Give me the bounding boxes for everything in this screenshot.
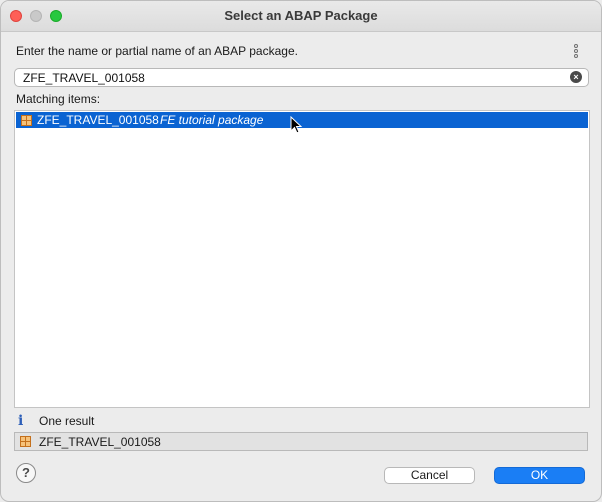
info-icon: i	[18, 413, 24, 429]
ok-button[interactable]: OK	[494, 467, 585, 484]
view-menu-icon[interactable]	[574, 44, 582, 60]
title-bar: Select an ABAP Package	[1, 1, 601, 32]
clear-search-icon[interactable]: ×	[570, 71, 582, 83]
list-item-description: FE tutorial package	[160, 113, 264, 127]
package-icon	[21, 115, 32, 126]
matching-items-label: Matching items:	[16, 92, 101, 106]
package-icon	[20, 436, 31, 447]
mouse-pointer-icon	[290, 116, 303, 134]
matching-items-list[interactable]: ZFE_TRAVEL_001058 FE tutorial package	[14, 110, 590, 408]
list-item-name: ZFE_TRAVEL_001058	[37, 113, 159, 127]
cancel-button[interactable]: Cancel	[384, 467, 475, 484]
dialog-window: Select an ABAP Package Enter the name or…	[0, 0, 602, 502]
help-button[interactable]: ?	[16, 463, 36, 483]
result-count-text: One result	[39, 414, 95, 428]
package-search-field[interactable]: ×	[14, 68, 589, 87]
selected-package-name: ZFE_TRAVEL_001058	[39, 435, 161, 449]
dialog-title: Select an ABAP Package	[224, 8, 378, 23]
search-prompt-label: Enter the name or partial name of an ABA…	[16, 44, 298, 58]
search-input[interactable]	[23, 69, 563, 86]
selected-item-status: ZFE_TRAVEL_001058	[14, 432, 588, 451]
